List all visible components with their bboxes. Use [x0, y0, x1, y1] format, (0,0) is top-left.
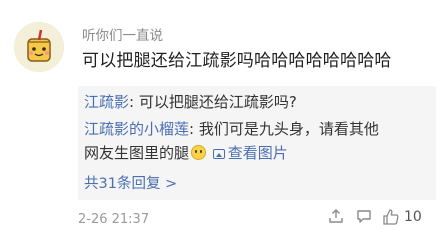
reply-text: : 可以把腿还给江疏影吗?	[129, 93, 297, 111]
like-count: 10	[404, 209, 422, 225]
image-icon	[212, 149, 225, 159]
reply-text: 网友生图里的腿	[84, 144, 190, 162]
comment-timestamp: 2-26 21:37	[78, 212, 150, 227]
reply-text: : 我们可是九头身，请看其他	[189, 120, 379, 138]
share-icon	[329, 209, 343, 223]
reply-item: 江疏影: 可以把腿还给江疏影吗?	[84, 91, 297, 112]
like-button[interactable]: 10	[382, 208, 422, 226]
view-image-link[interactable]: 查看图片	[212, 144, 288, 162]
view-image-label: 查看图片	[227, 144, 288, 162]
thumbs-up-icon	[383, 209, 399, 225]
reply-item-continued: 网友生图里的腿 查看图片	[84, 142, 288, 163]
smile-emoji-icon	[191, 145, 207, 160]
reply-nickname[interactable]: 江疏影的小榴莲	[84, 120, 189, 138]
avatar[interactable]	[14, 22, 64, 72]
reply-nickname[interactable]: 江疏影	[84, 93, 129, 111]
share-button[interactable]	[328, 208, 344, 224]
reply-preview-box[interactable]: 江疏影: 可以把腿还给江疏影吗? 江疏影的小榴莲: 我们可是九头身，请看其他 网…	[78, 86, 436, 200]
reply-item: 江疏影的小榴莲: 我们可是九头身，请看其他	[84, 118, 379, 139]
comment-text: 可以把腿还给江疏影吗哈哈哈哈哈哈哈哈	[82, 51, 392, 71]
comment-button[interactable]	[356, 208, 372, 224]
cartoon-avatar-icon	[14, 22, 64, 72]
total-replies-link[interactable]: 共31条回复 >	[84, 172, 177, 193]
comment-username[interactable]: 听你们一直说	[82, 24, 163, 44]
comment-icon	[357, 210, 371, 223]
